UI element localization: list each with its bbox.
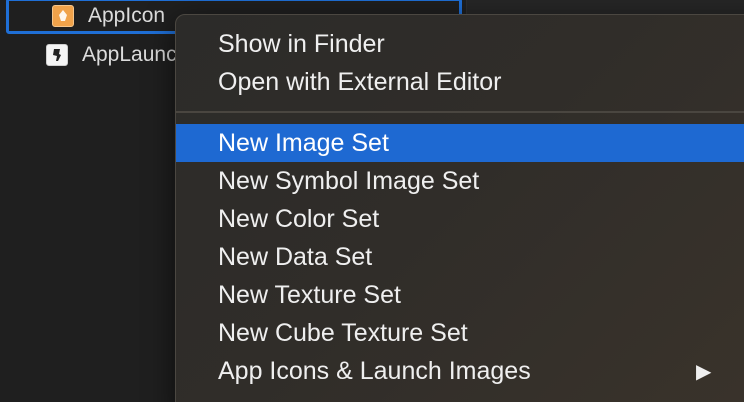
menu-item-new-data-set[interactable]: New Data Set xyxy=(176,238,744,276)
menu-item-label: New Symbol Image Set xyxy=(218,166,480,195)
menu-item-new-texture-set[interactable]: New Texture Set xyxy=(176,276,744,314)
menu-item-label: Show in Finder xyxy=(218,29,385,58)
menu-item-open-external-editor[interactable]: Open with External Editor xyxy=(176,63,744,101)
menu-item-show-in-finder[interactable]: Show in Finder xyxy=(176,25,744,63)
menu-item-label: New Cube Texture Set xyxy=(218,318,468,347)
asset-item-label: AppIcon xyxy=(88,4,166,27)
menu-item-app-icons-launch-images[interactable]: App Icons & Launch Images ▶ xyxy=(176,352,744,390)
menu-item-new-image-set[interactable]: New Image Set xyxy=(176,124,744,162)
menu-item-label: New Color Set xyxy=(218,204,380,233)
menu-item-new-color-set[interactable]: New Color Set xyxy=(176,200,744,238)
menu-item-label: Open with External Editor xyxy=(218,67,502,96)
menu-item-label: New Data Set xyxy=(218,242,373,271)
xcode-asset-catalog-window: AppIcon AppLaunchImage Show in Finder Op… xyxy=(0,0,744,402)
submenu-arrow-icon: ▶ xyxy=(696,360,712,383)
menu-item-new-symbol-image-set[interactable]: New Symbol Image Set xyxy=(176,162,744,200)
launch-image-asset-icon xyxy=(46,44,68,66)
app-icon-asset-icon xyxy=(52,5,74,27)
context-menu: Show in Finder Open with External Editor… xyxy=(175,14,744,402)
menu-item-label: New Texture Set xyxy=(218,280,401,309)
menu-item-label: App Icons & Launch Images xyxy=(218,356,531,385)
menu-item-label: New Image Set xyxy=(218,128,389,157)
menu-separator xyxy=(176,111,744,113)
menu-item-new-cube-texture-set[interactable]: New Cube Texture Set xyxy=(176,314,744,352)
